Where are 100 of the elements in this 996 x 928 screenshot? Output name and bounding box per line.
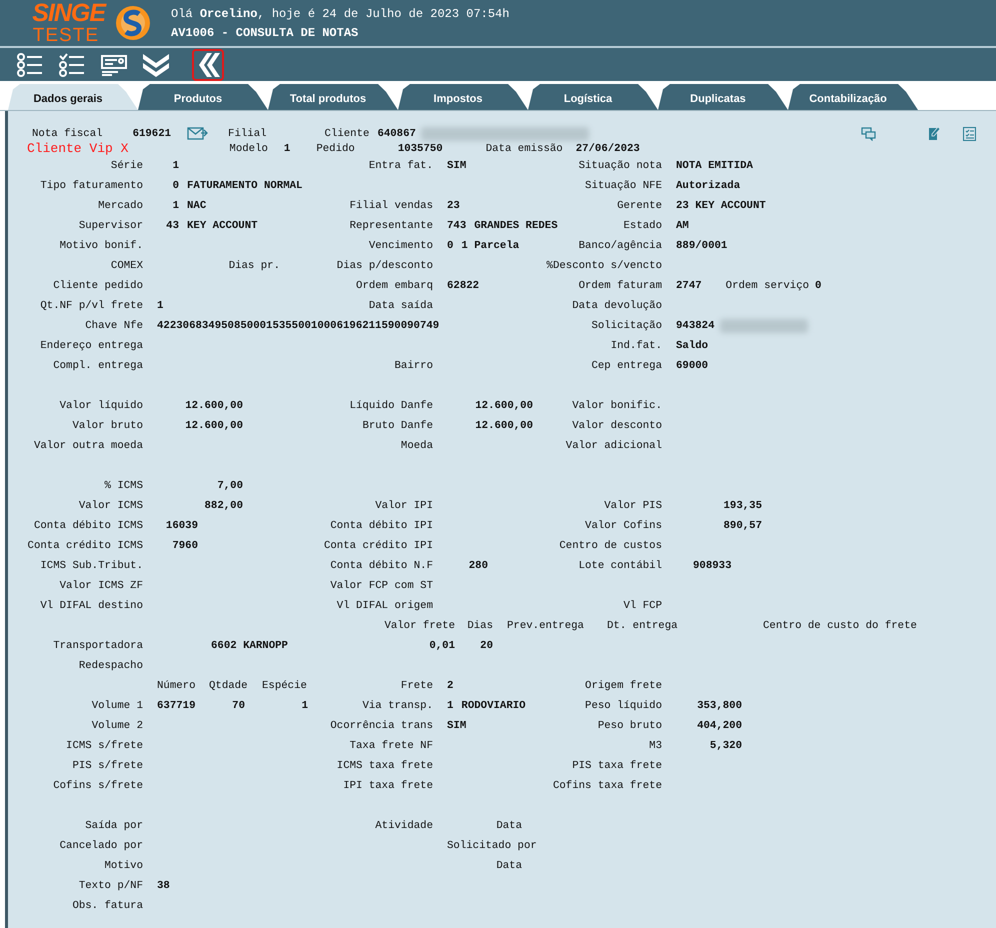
field-value: Saldo — [676, 340, 708, 352]
field-value: 12.600,00 — [184, 420, 243, 432]
checklist-icon[interactable] — [963, 126, 976, 140]
tab[interactable]: Logística — [528, 84, 658, 110]
field-value: 16039 — [164, 520, 198, 532]
field-label: Data devolução — [572, 300, 662, 312]
field-label: Valor adicional — [566, 440, 662, 452]
field-value: 0,01 — [429, 640, 455, 652]
field-value: 12.600,00 — [184, 400, 243, 412]
card-icon — [100, 52, 128, 76]
field-value: 1 Parcela — [461, 240, 520, 252]
field-label: Qt.NF p/vl frete — [40, 300, 143, 312]
column-header: Espécie — [262, 680, 307, 692]
field-value: NAC — [187, 200, 206, 212]
field-label: Valor FCP com ST — [330, 580, 433, 592]
field-label: Filial — [228, 128, 267, 140]
edit-document-icon[interactable] — [928, 126, 941, 141]
field-label: Valor IPI — [375, 500, 433, 512]
field-label: Ordem serviço — [726, 280, 810, 292]
field-label: Cofins s/frete — [53, 780, 143, 792]
field-value: 62822 — [447, 280, 480, 292]
field-label: Transportadora — [53, 640, 143, 652]
field-value: 7,00 — [216, 480, 243, 492]
field-value: 2747 — [676, 280, 702, 292]
field-label: Valor ICMS — [78, 500, 143, 512]
field-label: Série — [110, 160, 143, 172]
field-label: Valor líquido — [60, 400, 143, 412]
field-label: Representante — [350, 220, 433, 232]
list-icon — [16, 52, 44, 76]
field-label: Pedido — [316, 142, 355, 154]
field-value: 38 — [157, 880, 170, 892]
field-label: Volume 1 — [92, 700, 143, 712]
chevrons-down-icon — [142, 52, 170, 78]
field-label: Cep entrega — [591, 360, 662, 372]
field-value: 69000 — [676, 360, 708, 372]
field-value: 619621 — [132, 128, 172, 140]
vip-label: Cliente Vip X — [27, 141, 128, 156]
tab[interactable]: Dados gerais — [8, 84, 138, 110]
column-header: Dt. entrega — [607, 620, 678, 632]
field-value: 27/06/2023 — [576, 142, 640, 154]
field-value: KEY ACCOUNT — [187, 220, 258, 232]
field-label: Conta débito N.F — [330, 560, 433, 572]
checklist-icon — [58, 52, 86, 76]
field-label: Estado — [624, 220, 662, 232]
field-label: Lote contábil — [578, 560, 662, 572]
field-value: 23 — [447, 200, 460, 212]
field-value: 280 — [468, 560, 488, 572]
field-value: 0 — [172, 180, 179, 192]
field-value: 2 — [447, 680, 454, 692]
field-label: Volume 2 — [92, 720, 143, 732]
field-label: IPI taxa frete — [343, 780, 433, 792]
field-label: Cliente pedido — [53, 280, 143, 292]
toolbar-button[interactable] — [192, 48, 224, 80]
field-label: Valor outra moeda — [34, 440, 143, 452]
tab[interactable]: Produtos — [138, 84, 268, 110]
field-value: 1 — [157, 300, 164, 312]
field-value: 23 KEY ACCOUNT — [676, 200, 766, 212]
field-label: Vl FCP — [624, 600, 662, 612]
field-label: PIS s/frete — [72, 760, 143, 772]
field-label: Filial vendas — [350, 200, 433, 212]
field-label: Dias pr. — [228, 260, 280, 272]
tab[interactable]: Contabilização — [788, 84, 918, 110]
field-label: Data — [495, 820, 522, 832]
field-label: %Desconto s/vencto — [546, 260, 662, 272]
field-label: Conta crédito IPI — [324, 540, 433, 552]
chat-icon[interactable] — [861, 126, 876, 140]
field-label: Data — [495, 860, 522, 872]
field-value: GRANDES REDES — [474, 220, 558, 232]
field-value: 889/0001 — [676, 240, 728, 252]
field-value: 6602 KARNOPP — [211, 640, 288, 652]
field-label: Texto p/NF — [78, 880, 143, 892]
field-label: Vl DIFAL origem — [336, 600, 433, 612]
field-label: ICMS s/frete — [66, 740, 143, 752]
field-label: Vl DIFAL destino — [40, 600, 143, 612]
field-value: 640867 — [377, 128, 416, 140]
tab[interactable]: Total produtos — [268, 84, 398, 110]
field-label: Data saída — [368, 300, 433, 312]
field-value: 1 — [172, 160, 179, 172]
field-label: Obs. fatura — [72, 900, 143, 912]
field-label: Atividade — [375, 820, 433, 832]
field-label: Vencimento — [368, 240, 433, 252]
field-label: COMEX — [110, 260, 143, 272]
field-value: 908933 — [693, 560, 732, 572]
field-value: AM — [676, 220, 689, 232]
field-label: Cliente — [324, 128, 370, 140]
tab[interactable]: Duplicatas — [658, 84, 788, 110]
field-label: Centro de custos — [559, 540, 662, 552]
field-value: 43 — [165, 220, 179, 232]
field-label: % ICMS — [104, 480, 143, 492]
field-label: Compl. entrega — [53, 360, 143, 372]
field-label: ICMS taxa frete — [336, 760, 433, 772]
field-label: Modelo — [229, 142, 268, 154]
field-value: RODOVIARIO — [461, 700, 526, 712]
tab[interactable]: Impostos — [398, 84, 528, 110]
column-header: Centro de custo do frete — [763, 620, 917, 632]
field-value: Autorizada — [676, 180, 740, 192]
column-header: Número — [157, 680, 196, 692]
field-label: Líquido Danfe — [350, 400, 433, 412]
column-header: Valor frete — [384, 620, 455, 632]
field-label: Peso líquido — [585, 700, 662, 712]
